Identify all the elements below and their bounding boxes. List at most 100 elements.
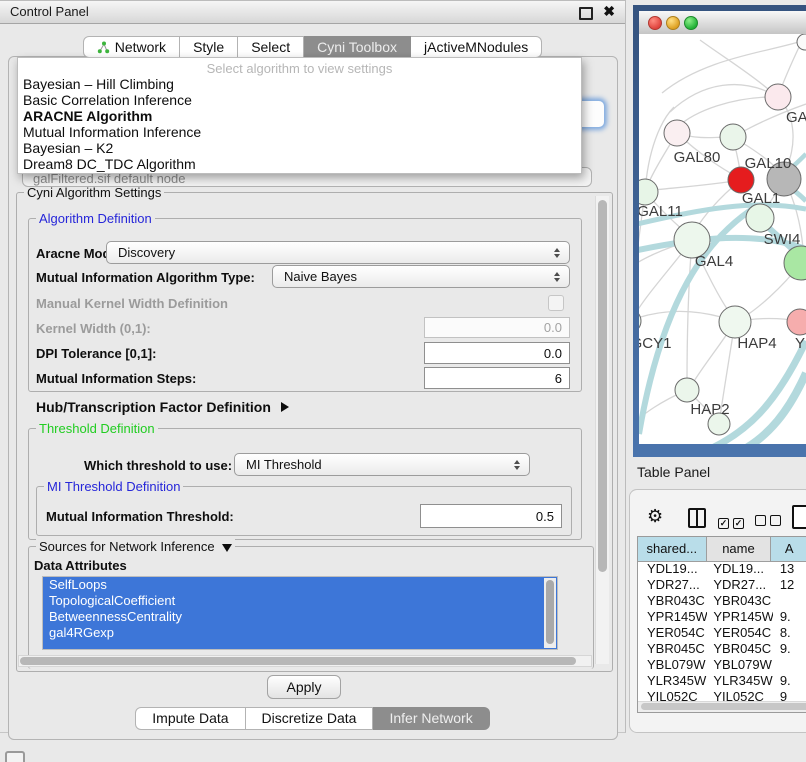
node-green[interactable] (784, 246, 806, 280)
node-gal80[interactable] (664, 120, 690, 146)
table-header-row: shared... name A (638, 537, 806, 562)
scrollbar-thumb[interactable] (641, 703, 806, 710)
columns-icon[interactable] (688, 508, 706, 528)
algorithm-option[interactable]: Bayesian – K2 (18, 140, 581, 156)
node-swi4[interactable] (746, 204, 774, 232)
minimize-window-button[interactable] (666, 16, 680, 30)
tab-style[interactable]: Style (180, 36, 238, 58)
cyni-bottom-tabs: Impute Data Discretize Data Infer Networ… (0, 707, 625, 730)
expanded-arrow-icon (222, 544, 232, 552)
node-label: GAL (786, 109, 806, 126)
node-label: GAL10 (745, 155, 792, 172)
close-window-button[interactable] (648, 16, 662, 30)
algorithm-popup-placeholder: Select algorithm to view settings (18, 61, 581, 76)
mi-threshold-field[interactable]: 0.5 (420, 504, 562, 528)
close-panel-icon[interactable]: ✖ (603, 3, 615, 20)
cell: 9. (773, 673, 806, 689)
cell: 9. (773, 609, 806, 625)
apply-button[interactable]: Apply (267, 675, 341, 699)
data-attribute-item[interactable]: SelfLoops (43, 577, 557, 593)
data-attribute-item[interactable]: BetweennessCentrality (43, 609, 557, 625)
mi-steps-field[interactable]: 6 (424, 367, 570, 389)
table-panel-title: Table Panel (637, 464, 710, 480)
data-attribute-item[interactable]: gal4RGexp (43, 625, 557, 641)
data-attributes-label: Data Attributes (34, 558, 127, 573)
control-panel-title: Control Panel (10, 4, 89, 19)
network-canvas[interactable]: GAL GAL80 GAL10 GAL1 GAL11 SWI4 GAL4 GCY… (639, 34, 806, 444)
tab-label: Style (193, 37, 224, 57)
select-all-columns-icon[interactable]: ✓✓ (718, 513, 748, 531)
node-gal-pink[interactable] (765, 84, 791, 110)
minimized-panel-icon[interactable] (5, 751, 25, 762)
algorithm-option[interactable]: Basic Correlation Inference (18, 92, 581, 108)
scrollbar-thumb[interactable] (20, 657, 576, 665)
cell: 9. (773, 641, 806, 657)
kernel-width-field[interactable]: 0.0 (424, 317, 570, 338)
zoom-window-button[interactable] (684, 16, 698, 30)
sources-title[interactable]: Sources for Network Inference (36, 539, 235, 554)
node-hap2[interactable] (675, 378, 699, 402)
table-row[interactable]: YPR145WYPR145W9. (638, 609, 806, 625)
tab-label: Cyni Toolbox (317, 37, 397, 57)
node-gcy1[interactable] (639, 309, 641, 333)
algorithm-option[interactable]: Bayesian – Hill Climbing (18, 76, 581, 92)
which-threshold-combo[interactable]: MI Threshold (234, 453, 530, 476)
cell: 13 (773, 561, 806, 577)
tab-discretize-data[interactable]: Discretize Data (246, 707, 374, 730)
table-row[interactable]: YLR345WYLR345W9. (638, 673, 806, 689)
table-row[interactable]: YDR27...YDR27...12 (638, 577, 806, 593)
unselect-all-columns-icon[interactable] (755, 513, 785, 531)
attribute-list-scrollbar[interactable] (544, 578, 556, 648)
settings-horizontal-scrollbar[interactable] (18, 655, 592, 667)
combo-value: Naive Bayes (284, 269, 357, 284)
network-window-titlebar[interactable] (639, 11, 806, 35)
node-gal11[interactable] (639, 179, 658, 205)
threshold-definition-title: Threshold Definition (36, 421, 158, 436)
column-header-name[interactable]: name (707, 537, 772, 561)
node-hap4[interactable] (719, 306, 751, 338)
node-pink[interactable] (787, 309, 806, 335)
manual-kernel-width-checkbox[interactable] (548, 295, 564, 311)
table-row[interactable]: YDL19...YDL19...13 (638, 561, 806, 577)
algorithm-option[interactable]: Mutual Information Inference (18, 124, 581, 140)
scrollbar-thumb[interactable] (598, 200, 607, 572)
tab-jactivemnodules[interactable]: jActiveMNodules (411, 36, 542, 58)
tab-impute-data[interactable]: Impute Data (135, 707, 245, 730)
kernel-width-label: Kernel Width (0,1): (36, 321, 151, 336)
scrollbar-thumb[interactable] (546, 580, 554, 644)
tab-cyni-toolbox[interactable]: Cyni Toolbox (304, 36, 411, 58)
combo-value: MI Threshold (246, 457, 322, 472)
column-header-partial[interactable]: A (771, 537, 806, 561)
dpi-tolerance-field[interactable]: 0.0 (424, 342, 570, 364)
data-attribute-item[interactable]: TopologicalCoefficient (43, 593, 557, 609)
sources-label: Sources for Network Inference (39, 539, 215, 554)
tab-infer-network[interactable]: Infer Network (373, 707, 489, 730)
cell: YBR043C (638, 593, 707, 609)
column-header-shared-name[interactable]: shared... (638, 537, 707, 561)
table-horizontal-scrollbar[interactable] (638, 701, 806, 712)
table-row[interactable]: YER054CYER054C8. (638, 625, 806, 641)
network-icon (97, 41, 110, 54)
algorithm-option-selected[interactable]: ARACNE Algorithm (18, 108, 581, 124)
table-row[interactable]: YBL079WYBL079W (638, 657, 806, 673)
mi-algorithm-type-combo[interactable]: Naive Bayes (272, 265, 570, 288)
hub-section-header[interactable]: Hub/Transcription Factor Definition (36, 399, 289, 415)
new-table-icon[interactable] (792, 505, 806, 529)
mi-threshold-label: Mutual Information Threshold: (46, 509, 234, 524)
table-row[interactable]: YBR045CYBR045C9. (638, 641, 806, 657)
tab-select[interactable]: Select (238, 36, 304, 58)
cell: 8. (773, 625, 806, 641)
mi-algorithm-type-label: Mutual Information Algorithm Type: (36, 270, 255, 285)
aracne-mode-combo[interactable]: Discovery (106, 241, 570, 264)
combo-arrows-icon (514, 460, 520, 470)
cell: YER054C (707, 625, 772, 641)
algorithm-option[interactable]: Dream8 DC_TDC Algorithm (18, 156, 581, 172)
float-panel-icon[interactable] (579, 7, 593, 20)
table-row[interactable]: YBR043CYBR043C (638, 593, 806, 609)
gear-icon[interactable]: ⚙ (647, 506, 663, 527)
settings-vertical-scrollbar[interactable] (595, 196, 609, 664)
cell: YLR345W (707, 673, 772, 689)
tab-label: jActiveMNodules (424, 37, 528, 57)
node-gal10[interactable] (720, 124, 746, 150)
tab-network[interactable]: Network (83, 36, 180, 58)
